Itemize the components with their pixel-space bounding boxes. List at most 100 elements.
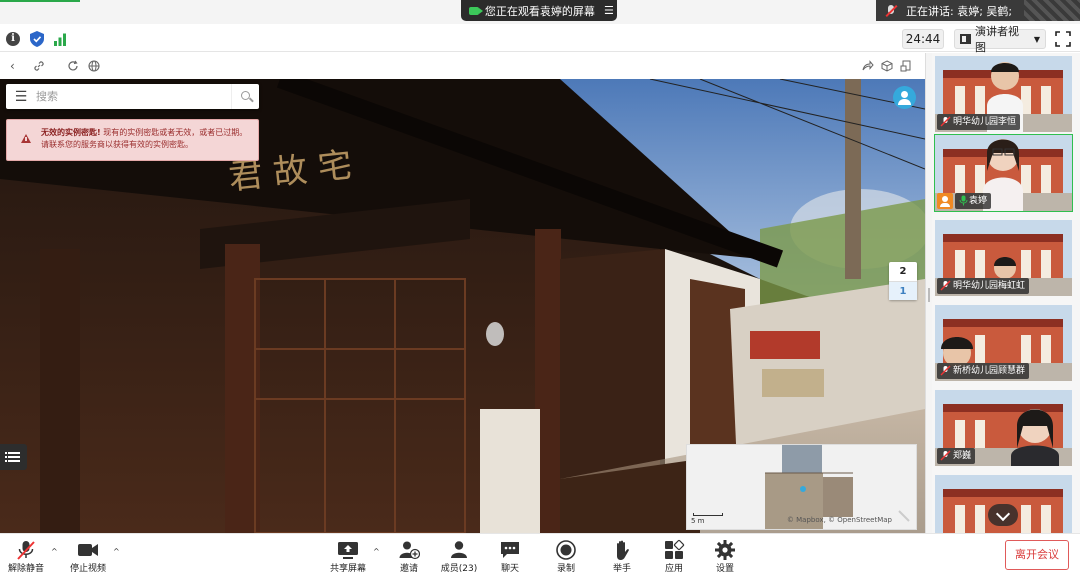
list-icon[interactable] — [0, 444, 27, 470]
muted-mic-icon — [884, 4, 898, 18]
hand-icon — [617, 540, 629, 560]
view-mode-button[interactable]: 演讲者视图 ▼ — [954, 25, 1046, 54]
error-title: 无效的实例密匙! — [41, 128, 101, 137]
muted-mic-icon — [940, 450, 951, 461]
cube-icon[interactable] — [881, 60, 893, 72]
chat-icon — [501, 542, 519, 558]
apps-button[interactable]: 应用 — [653, 536, 695, 576]
map-attribution[interactable]: © Mapbox, © OpenStreetMap — [787, 516, 892, 524]
back-icon[interactable]: ‹ — [10, 59, 15, 73]
participant-panel: 明华幼儿园李恒 袁婷 明华幼儿园梅虹虹 新桥幼儿园顾慧群 郑巍 — [932, 53, 1080, 533]
invalid-key-error: 无效的实例密匙! 现有的实例密匙或者无效，或者已过期。请联系您的服务商以获得有效… — [6, 119, 259, 161]
chat-button[interactable]: 聊天 — [489, 536, 531, 576]
meeting-toolbar: 解除静音 ^ 停止视频 ^ 共享屏幕 ^ 邀请 成员(23) 聊天 录制 举手 … — [0, 533, 1080, 578]
host-badge-icon — [937, 193, 953, 209]
speaker-view-icon — [960, 34, 971, 44]
share-screen-icon — [338, 542, 358, 559]
globe-icon[interactable] — [88, 60, 100, 72]
gear-icon — [715, 540, 735, 560]
participant-name: 新桥幼儿园顾慧群 — [937, 363, 1030, 379]
muted-mic-icon — [940, 116, 951, 127]
members-icon — [451, 541, 467, 558]
unmute-label: 解除静音 — [7, 564, 44, 574]
viewing-screen-text: 您正在观看袁婷的屏幕 — [484, 4, 595, 18]
search-input[interactable] — [36, 86, 231, 107]
active-mic-icon — [959, 195, 968, 206]
menu-icon[interactable]: ☰ — [6, 89, 36, 105]
top-bar: 您正在观看袁婷的屏幕 ☰ 正在讲话: 袁婷; 吴鹤; — [0, 0, 1080, 24]
video-options-chevron-icon[interactable]: ^ — [113, 547, 121, 556]
participant-tile[interactable]: 新桥幼儿园顾慧群 — [935, 305, 1072, 381]
apps-icon — [665, 539, 685, 559]
speaking-text: 正在讲话: 袁婷; 吴鹤; — [906, 4, 1013, 18]
participant-name: 明华幼儿园梅虹虹 — [937, 278, 1030, 294]
signal-icon[interactable] — [53, 32, 67, 46]
scale-bar — [693, 513, 723, 516]
meeting-timer: 24:44 — [902, 29, 944, 49]
search-icon[interactable] — [231, 84, 259, 109]
chat-label: 聊天 — [500, 564, 519, 574]
members-button[interactable]: 成员(23) — [436, 536, 482, 576]
apps-label: 应用 — [664, 564, 683, 574]
active-speaker-indicator: 正在讲话: 袁婷; 吴鹤; — [876, 0, 1080, 21]
search-box: ☰ — [6, 84, 259, 109]
stop-video-button[interactable]: 停止视频 — [64, 536, 112, 576]
muted-mic-icon — [940, 280, 951, 291]
shared-screen: ‹ 君 故 宅 ☰ 搜索 无效的实例密匙! 现有的实例密匙或者无效，或者已过期。… — [0, 53, 925, 533]
screenshot-icon[interactable] — [900, 60, 912, 72]
record-button[interactable]: 录制 — [545, 536, 587, 576]
stop-video-label: 停止视频 — [69, 564, 106, 574]
meeting-window: 您正在观看袁婷的屏幕 ☰ 正在讲话: 袁婷; 吴鹤; i 24:44 演讲者视图… — [0, 0, 1080, 578]
participant-tile[interactable]: 明华幼儿园李恒 — [935, 56, 1072, 132]
drag-handle[interactable] — [1024, 0, 1080, 21]
panel-resize-handle[interactable] — [925, 53, 932, 533]
view-options-menu-icon[interactable]: ☰ — [601, 4, 617, 17]
screen-share-icon — [469, 6, 483, 15]
settings-label: 设置 — [715, 564, 734, 574]
shield-icon[interactable] — [30, 31, 44, 47]
invite-button[interactable]: 邀请 — [388, 536, 430, 576]
top-accent-line — [0, 0, 80, 2]
share-icon[interactable] — [862, 60, 874, 72]
participant-tile-active[interactable]: 袁婷 — [934, 134, 1073, 212]
minimap[interactable]: 5 m © Mapbox, © OpenStreetMap — [686, 444, 917, 530]
viewing-screen-pill[interactable]: 您正在观看袁婷的屏幕 ☰ — [461, 0, 617, 21]
members-label: 成员(23) — [440, 564, 478, 574]
floor-selector: 2 1 — [889, 262, 917, 300]
street-view-panorama[interactable]: 君 故 宅 ☰ 搜索 无效的实例密匙! 现有的实例密匙或者无效，或者已过期。请联… — [0, 79, 925, 533]
refresh-icon[interactable] — [67, 60, 79, 72]
add-user-icon — [399, 541, 420, 560]
record-label: 录制 — [556, 564, 575, 574]
share-screen-label: 共享屏幕 — [329, 564, 366, 574]
audio-options-chevron-icon[interactable]: ^ — [51, 547, 59, 556]
share-screen-button[interactable]: 共享屏幕 — [325, 536, 371, 576]
user-location-icon[interactable] — [893, 86, 916, 109]
mic-off-icon — [17, 541, 35, 560]
collapse-panel-icon[interactable] — [988, 504, 1018, 526]
participant-name: 郑巍 — [937, 448, 976, 464]
chevron-down-icon: ▼ — [1033, 34, 1040, 44]
floor-button-2[interactable]: 2 — [889, 262, 917, 281]
link-icon[interactable] — [33, 60, 45, 72]
settings-button[interactable]: 设置 — [704, 536, 746, 576]
meeting-info-bar: i 24:44 演讲者视图 ▼ — [0, 25, 1080, 54]
warning-mark — [25, 137, 27, 141]
share-options-chevron-icon[interactable]: ^ — [373, 547, 381, 556]
video-camera-icon — [78, 544, 98, 556]
participant-name: 袁婷 — [955, 193, 992, 209]
browser-toolbar: ‹ — [0, 53, 925, 79]
raise-hand-label: 举手 — [612, 564, 631, 574]
scale-label: 5 m — [691, 517, 705, 525]
info-icon[interactable]: i — [6, 32, 20, 46]
participant-tile[interactable]: 明华幼儿园梅虹虹 — [935, 220, 1072, 296]
unmute-button[interactable]: 解除静音 — [2, 536, 50, 576]
muted-mic-icon — [940, 365, 951, 376]
leave-meeting-button[interactable]: 离开会议 — [1005, 540, 1069, 570]
record-icon — [556, 540, 576, 560]
view-mode-label: 演讲者视图 — [974, 25, 1019, 54]
participant-tile[interactable]: 郑巍 — [935, 390, 1072, 466]
participant-name: 明华幼儿园李恒 — [937, 114, 1021, 130]
floor-button-1[interactable]: 1 — [889, 281, 917, 300]
fullscreen-icon[interactable] — [1055, 31, 1071, 47]
raise-hand-button[interactable]: 举手 — [601, 536, 643, 576]
